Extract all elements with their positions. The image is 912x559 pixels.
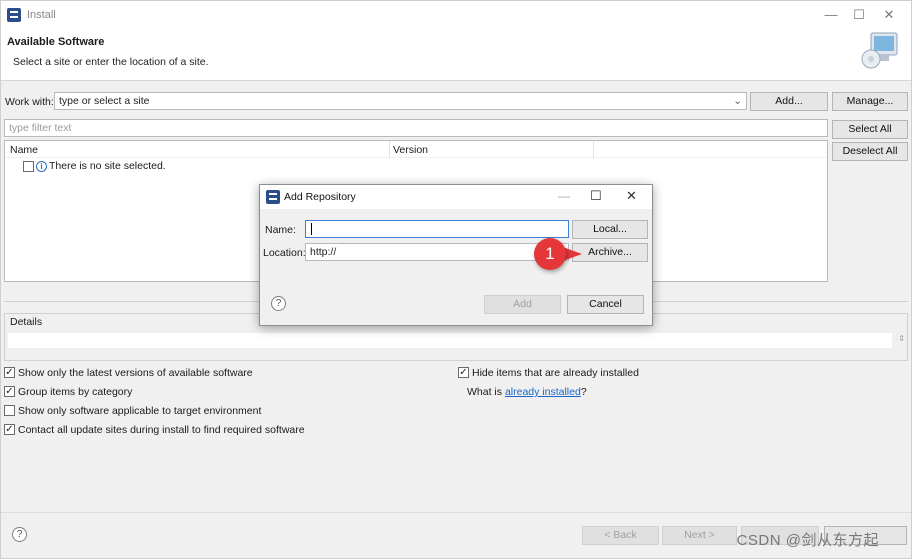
what-is-suffix: ? (580, 386, 587, 398)
footer-divider (1, 512, 911, 513)
column-name[interactable]: Name (10, 144, 38, 156)
page-title: Available Software (7, 36, 105, 48)
contact-sites-checkbox[interactable]: ✓ (4, 424, 15, 435)
tree-item-checkbox[interactable] (23, 161, 34, 172)
hide-installed-label: Hide items that are already installed (472, 367, 639, 379)
info-icon: i (36, 161, 47, 172)
select-all-button[interactable]: Select All (832, 120, 908, 139)
dialog-app-icon (266, 190, 280, 204)
page-description: Select a site or enter the location of a… (13, 56, 209, 68)
text-caret (311, 223, 312, 235)
close-icon[interactable]: ✕ (875, 6, 903, 24)
column-version[interactable]: Version (393, 144, 428, 156)
group-by-category-label: Group items by category (18, 386, 133, 398)
column-divider (389, 141, 390, 158)
scroll-arrows-icon[interactable]: ⇕ (898, 334, 905, 343)
location-input[interactable]: http:// (305, 243, 569, 261)
name-label: Name: (265, 224, 296, 236)
filter-input[interactable]: type filter text (4, 119, 828, 137)
contact-sites-label: Contact all update sites during install … (18, 424, 305, 436)
step-marker: 1 (534, 238, 566, 270)
location-value: http:// (310, 246, 337, 258)
latest-versions-label: Show only the latest versions of availab… (18, 367, 253, 379)
dialog-close-icon[interactable]: ✕ (626, 188, 637, 204)
chevron-down-icon[interactable]: ⌄ (733, 93, 742, 109)
local-button[interactable]: Local... (572, 220, 648, 239)
dialog-maximize-icon[interactable]: ☐ (590, 188, 602, 204)
add-repository-button[interactable]: Add (484, 295, 561, 314)
dialog-title-bar: Add Repository — ☐ ✕ (260, 185, 652, 209)
app-icon (7, 8, 21, 22)
maximize-icon[interactable]: ☐ (845, 6, 873, 24)
work-with-combo[interactable]: type or select a site ⌄ (54, 92, 747, 110)
archive-button[interactable]: Archive... (572, 243, 648, 262)
dialog-title: Add Repository (284, 191, 356, 203)
back-button[interactable]: < Back (582, 526, 659, 545)
dialog-cancel-button[interactable]: Cancel (567, 295, 644, 314)
work-with-value: type or select a site (59, 95, 150, 107)
latest-versions-checkbox[interactable]: ✓ (4, 367, 15, 378)
add-repository-dialog: Add Repository — ☐ ✕ Name: Local... Loca… (259, 184, 653, 326)
what-is-prefix: What is (467, 386, 505, 398)
target-env-label: Show only software applicable to target … (18, 405, 262, 417)
manage-sites-button[interactable]: Manage... (832, 92, 908, 111)
help-icon[interactable]: ? (12, 527, 27, 542)
name-input[interactable] (305, 220, 569, 238)
work-with-label: Work with: (5, 96, 54, 108)
tree-header: Name Version (5, 141, 827, 158)
deselect-all-button[interactable]: Deselect All (832, 142, 908, 161)
what-is-installed-text: What is already installed? (467, 386, 587, 398)
next-button[interactable]: Next > (662, 526, 737, 545)
dialog-minimize-icon[interactable]: — (558, 189, 570, 203)
wizard-banner: Available Software Select a site or ente… (1, 29, 911, 81)
hide-installed-checkbox[interactable]: ✓ (458, 367, 469, 378)
title-bar: Install — ☐ ✕ (1, 1, 911, 29)
location-label: Location: (263, 247, 306, 259)
minimize-icon[interactable]: — (817, 6, 845, 24)
filter-placeholder: type filter text (9, 122, 72, 134)
add-site-button[interactable]: Add... (750, 92, 828, 111)
install-wizard-icon (861, 32, 898, 69)
group-by-category-checkbox[interactable]: ✓ (4, 386, 15, 397)
watermark-text: CSDN @剑从东方起 (736, 532, 879, 549)
no-site-message: There is no site selected. (49, 160, 166, 172)
already-installed-link[interactable]: already installed (505, 386, 581, 398)
window-title: Install (27, 9, 56, 21)
target-env-checkbox[interactable] (4, 405, 15, 416)
dialog-help-icon[interactable]: ? (271, 296, 286, 311)
details-text (8, 333, 892, 348)
column-divider (593, 141, 594, 158)
details-label: Details (10, 316, 43, 328)
